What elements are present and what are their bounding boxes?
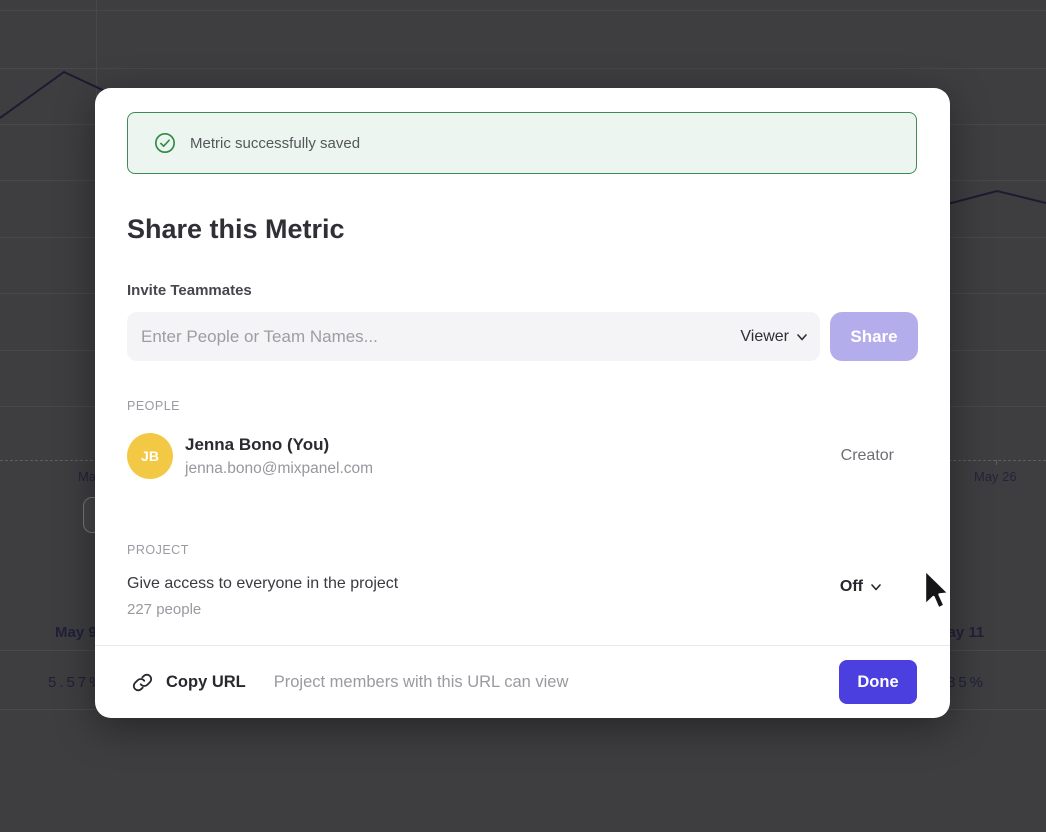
- invite-people-input[interactable]: [127, 312, 820, 361]
- people-section-label: PEOPLE: [127, 399, 180, 413]
- x-axis-label-right: May 26: [974, 469, 1017, 484]
- chart-axis-tick: [996, 460, 997, 465]
- check-circle-icon: [154, 132, 176, 154]
- link-icon: [132, 672, 153, 693]
- avatar: JB: [127, 433, 173, 479]
- copy-url-button[interactable]: Copy URL: [166, 673, 246, 692]
- dialog-footer: Copy URL Project members with this URL c…: [95, 645, 950, 718]
- table-value-right: 35%: [947, 674, 986, 691]
- role-dropdown[interactable]: Viewer: [740, 312, 808, 361]
- done-button[interactable]: Done: [839, 660, 917, 704]
- person-role-badge: Creator: [841, 447, 894, 465]
- success-banner: Metric successfully saved: [127, 112, 917, 174]
- share-metric-dialog: Metric successfully saved Share this Met…: [95, 88, 950, 718]
- project-access-value: Off: [840, 578, 863, 596]
- mouse-cursor: [916, 566, 950, 616]
- chevron-down-icon: [870, 581, 882, 593]
- role-dropdown-value: Viewer: [740, 328, 789, 346]
- chevron-down-icon: [796, 331, 808, 343]
- dialog-title: Share this Metric: [127, 214, 345, 245]
- share-button[interactable]: Share: [830, 312, 918, 361]
- person-row: JB Jenna Bono (You) jenna.bono@mixpanel.…: [127, 433, 918, 479]
- project-access-row: Give access to everyone in the project 2…: [127, 575, 918, 618]
- table-date-left: May 9: [55, 624, 97, 641]
- project-access-title: Give access to everyone in the project: [127, 575, 918, 593]
- invite-teammates-label: Invite Teammates: [127, 282, 252, 299]
- success-banner-message: Metric successfully saved: [190, 135, 360, 152]
- person-name: Jenna Bono (You): [185, 435, 373, 455]
- invite-row: Viewer Share: [127, 312, 918, 361]
- project-member-count: 227 people: [127, 601, 918, 618]
- project-access-dropdown[interactable]: Off: [840, 578, 882, 596]
- person-meta: Jenna Bono (You) jenna.bono@mixpanel.com: [185, 435, 373, 478]
- copy-url-hint: Project members with this URL can view: [274, 673, 569, 692]
- invite-input-container: Viewer: [127, 312, 820, 361]
- person-email: jenna.bono@mixpanel.com: [185, 460, 373, 478]
- project-section-label: PROJECT: [127, 543, 189, 557]
